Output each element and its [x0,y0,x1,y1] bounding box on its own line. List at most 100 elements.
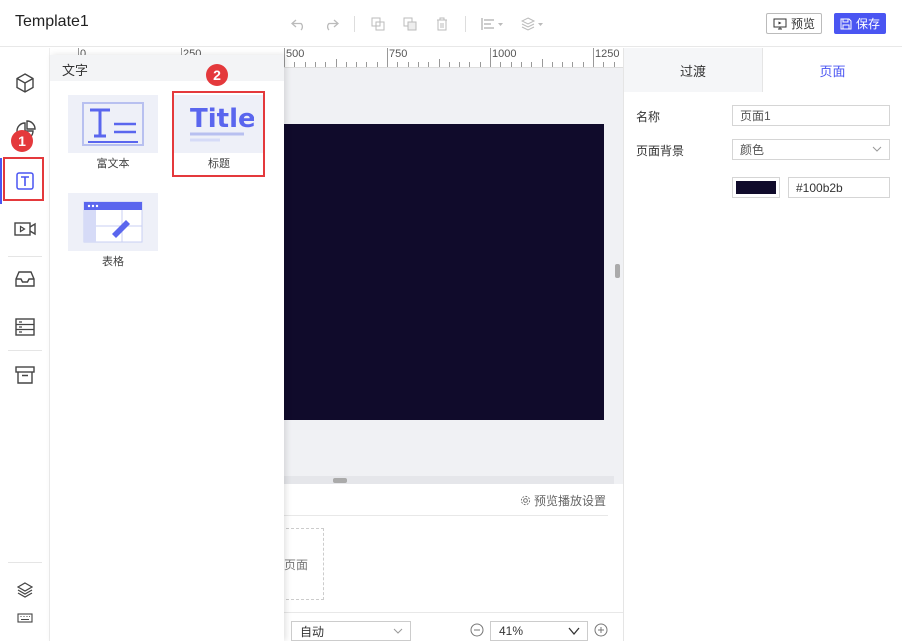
layers-icon[interactable] [520,15,546,33]
table-thumbnail [68,193,158,251]
vertical-scrollbar[interactable] [615,264,620,278]
ruler-tick [284,48,285,67]
rail-item-archive[interactable] [0,352,50,398]
ruler-label: 1000 [492,48,517,60]
stage-canvas[interactable] [282,124,604,420]
ruler-tick [459,62,461,67]
ruler-tick [335,59,337,67]
zoom-value: 41% [499,624,524,638]
ruler-tick [397,62,399,67]
redo-icon[interactable] [322,15,340,33]
background-type-value: 颜色 [740,143,765,157]
rail-item-video[interactable] [0,206,50,252]
play-settings-link[interactable]: 预览播放设置 [520,492,606,509]
ruler-tick [314,62,316,67]
rail-item-table[interactable] [0,304,50,350]
undo-icon[interactable] [290,15,308,33]
save-icon [840,18,852,29]
copy-icon[interactable] [369,15,387,33]
color-swatch [736,181,776,194]
annotation-badge: 1 [11,130,33,152]
duplicate-icon[interactable] [401,15,419,33]
background-label: 页面背景 [636,144,685,158]
ruler-tick [325,62,327,67]
ruler-label: 750 [389,48,408,60]
keyboard-icon [17,613,33,623]
ruler-tick [417,62,419,67]
properties-tabs: 过渡 页面 [624,48,902,92]
annotation-highlight-rail [3,157,44,201]
properties-panel: 过渡 页面 名称 页面1 页面背景 颜色 #100b2b [623,48,902,641]
preview-label: 预览 [791,17,816,31]
background-hex-input[interactable]: #100b2b [788,177,890,198]
table-icon [15,318,35,336]
toolbar [290,15,560,33]
ruler-tick [294,62,296,67]
chevron-down-icon [393,628,403,634]
background-color-swatch[interactable] [732,177,780,198]
ruler-tick [490,48,491,67]
ruler-tick [376,62,378,67]
ruler-tick [520,62,522,67]
ruler-tick [407,62,409,67]
ruler-tick [510,62,512,67]
minus-circle-icon [470,623,484,637]
preview-button[interactable]: 预览 [766,13,823,34]
play-settings-label: 预览播放设置 [533,494,606,508]
chevron-down-icon [568,627,580,636]
annotation-highlight-title [172,91,265,177]
toolbar-divider [465,16,466,32]
ruler-tick [438,59,440,67]
panel-title: 文字 [62,63,89,78]
ruler-label: 500 [286,48,305,60]
ruler-tick [366,62,368,67]
plus-circle-icon [594,623,608,637]
ruler-tick [582,62,584,67]
archive-icon [15,366,35,384]
ruler-tick [593,48,594,67]
align-icon[interactable] [480,15,506,33]
zoom-out-button[interactable] [470,623,484,640]
rich-text-thumbnail [68,95,158,153]
top-bar: Template1 预览 保存 [0,0,902,47]
gear-icon [520,495,531,506]
zoom-in-button[interactable] [594,623,608,640]
page-thumb-label: 页面 [284,557,309,572]
ruler-tick [479,62,481,67]
page-name-input[interactable]: 页面1 [732,105,890,126]
ruler-tick [469,62,471,67]
name-label: 名称 [636,110,661,124]
tab-transition[interactable]: 过渡 [624,48,763,92]
ruler-tick [304,62,306,67]
rail-divider [8,562,42,563]
component-rich-text[interactable]: 富文本 [68,95,158,175]
monitor-icon [773,18,787,29]
table-preview-icon [83,201,143,243]
horizontal-scrollbar[interactable] [333,478,347,483]
auto-select[interactable]: 自动 [291,621,411,641]
rail-item-keyboard[interactable] [0,600,50,636]
rail-item-3d[interactable] [0,60,50,106]
ruler-tick [531,62,533,67]
annotation-badge: 2 [206,64,228,86]
rail-item-inbox[interactable] [0,256,50,302]
tab-page[interactable]: 页面 [763,48,902,92]
toolbar-divider [354,16,355,32]
component-table[interactable]: 表格 [68,193,158,273]
ruler-tick [603,62,605,67]
zoom-select[interactable]: 41% [490,621,588,641]
delete-icon[interactable] [433,15,451,33]
app-title: Template1 [15,13,89,30]
inbox-icon [15,271,35,287]
ruler-tick [551,62,553,67]
chevron-down-icon [872,146,882,152]
background-type-select[interactable]: 颜色 [732,139,890,160]
save-button[interactable]: 保存 [834,13,887,34]
table-label: 表格 [102,256,124,268]
ruler-tick [613,62,615,67]
ruler-tick [345,62,347,67]
ruler-tick [562,62,564,67]
divider [282,515,608,516]
3d-cube-icon [16,73,34,93]
auto-select-value: 自动 [300,624,325,639]
